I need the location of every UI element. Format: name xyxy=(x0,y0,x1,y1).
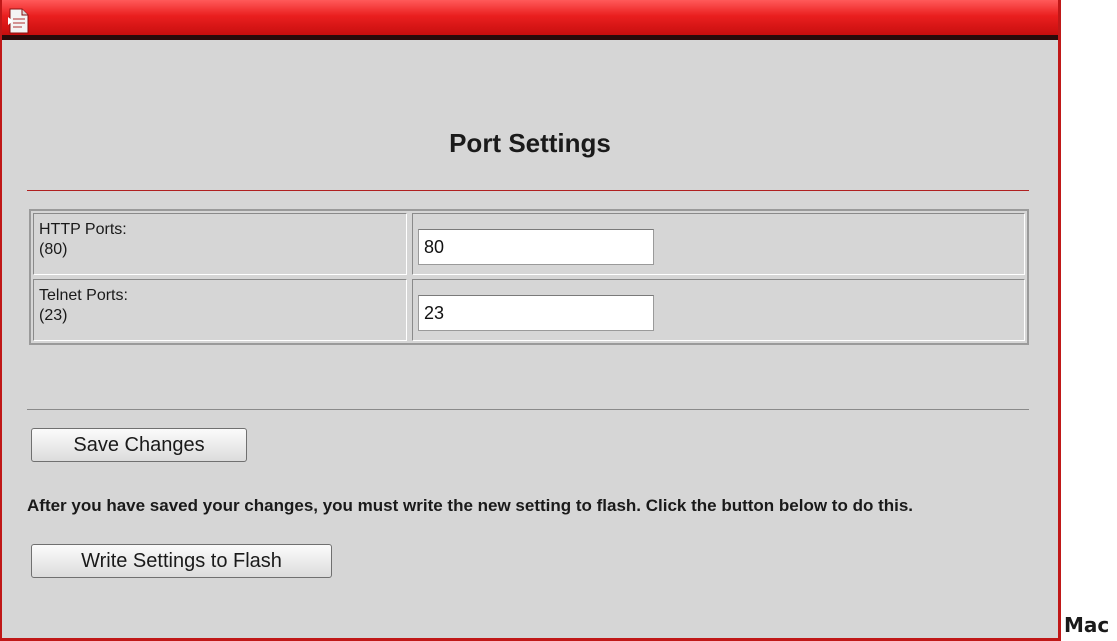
table-row-telnet: Telnet Ports: (23) xyxy=(33,279,1025,341)
outside-caption: Mac xyxy=(1064,613,1110,637)
telnet-ports-label-cell: Telnet Ports: (23) xyxy=(33,279,407,341)
telnet-ports-label: Telnet Ports: xyxy=(39,287,128,304)
http-ports-label: HTTP Ports: xyxy=(39,221,127,238)
page-title: Port Settings xyxy=(449,128,611,158)
flash-notice: After you have saved your changes, you m… xyxy=(27,496,914,515)
telnet-ports-input[interactable] xyxy=(418,295,654,331)
telnet-ports-default: (23) xyxy=(39,307,68,324)
http-ports-input-cell xyxy=(412,213,1025,275)
http-ports-default: (80) xyxy=(39,241,68,258)
table-row-http: HTTP Ports: (80) xyxy=(33,213,1025,275)
app-window: Port Settings HTTP Ports: (80) Telnet Po… xyxy=(0,0,1061,641)
form-divider xyxy=(27,409,1029,410)
title-bar xyxy=(2,0,1058,40)
http-ports-input[interactable] xyxy=(418,229,654,265)
telnet-ports-input-cell xyxy=(412,279,1025,341)
page-icon xyxy=(8,8,30,34)
port-settings-table: HTTP Ports: (80) Telnet Ports: (23) xyxy=(29,209,1029,345)
save-changes-button[interactable]: Save Changes xyxy=(31,428,247,462)
http-ports-label-cell: HTTP Ports: (80) xyxy=(33,213,407,275)
write-settings-to-flash-button[interactable]: Write Settings to Flash xyxy=(31,544,332,578)
title-divider xyxy=(27,190,1029,191)
